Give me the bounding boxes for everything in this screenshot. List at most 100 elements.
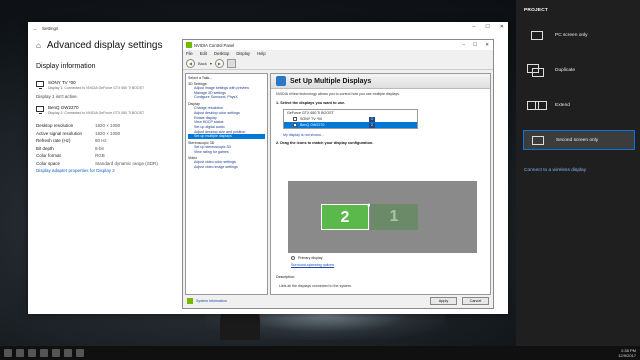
panel-header: Set Up Multiple Displays	[271, 74, 490, 89]
menu-desktop[interactable]: Desktop	[214, 51, 229, 56]
nvidia-logo-icon	[186, 42, 192, 48]
section-title: Display information	[36, 63, 96, 70]
step-2-heading: 2. Drag the icons to match your display …	[276, 141, 374, 145]
back-icon[interactable]: ◀	[186, 58, 195, 68]
settings-window-title: Settings	[42, 25, 59, 31]
info-row: Desktop resolution 1920 × 1080	[36, 123, 121, 128]
display-number-badge: 1	[369, 117, 375, 122]
display-2-sub: Display 2: Connected to NVIDIA GeForce G…	[48, 111, 145, 115]
tree-item-selected[interactable]: Set up multiple displays	[188, 134, 265, 140]
home-icon[interactable]	[226, 58, 236, 68]
info-row: Color space Standard dynamic range (SDR)	[36, 160, 158, 166]
tree-item[interactable]: Configure Surround, PhysX	[188, 95, 265, 100]
task-tree-header: Select a Task...	[188, 76, 213, 80]
project-option-extend[interactable]: Extend	[523, 95, 635, 115]
settings-window-controls: – ☐ ✕	[473, 24, 504, 30]
file-explorer-icon[interactable]	[40, 349, 48, 357]
display-2-name: BenQ GW2270	[48, 105, 79, 110]
nvidia-titlebar: NVIDIA Control Panel – ☐ ✕	[183, 40, 493, 50]
display-info-section: Display information SONY TV *00 Display …	[36, 60, 188, 173]
taskbar: 2:38 PM 12/9/2017	[0, 346, 640, 360]
description-text: Lists all the displays connected to the …	[279, 284, 352, 288]
project-option-label: Duplicate	[555, 67, 575, 73]
display-1-entry: SONY TV *00 Display 1: Connected to NVID…	[36, 80, 188, 90]
tree-item[interactable]: View rating for games	[188, 150, 265, 155]
back-arrow-icon[interactable]: ←	[33, 26, 42, 31]
display-1-sub: Display 1: Connected to NVIDIA GeForce G…	[48, 86, 145, 90]
info-row: Bit depth 8-bit	[36, 145, 104, 151]
description-label: Description:	[276, 275, 295, 279]
project-option-pc-screen-only[interactable]: PC screen only	[523, 25, 635, 45]
adapter-properties-link[interactable]: Display adapter properties for Display 2	[36, 168, 188, 173]
page-header: ⌂ Advanced display settings	[36, 40, 162, 51]
display-2-entry: BenQ GW2270 Display 2: Connected to NVID…	[36, 105, 188, 115]
info-row: Color format RGB	[36, 153, 105, 158]
system-tray-clock[interactable]: 2:38 PM 12/9/2017	[618, 348, 636, 358]
maximize-icon[interactable]: ☐	[473, 42, 477, 48]
step-1-heading: 1. Select the displays you want to use.	[276, 101, 346, 105]
clock-date: 12/9/2017	[618, 353, 636, 358]
forward-icon[interactable]: ▶	[214, 58, 224, 68]
connect-wireless-display-link[interactable]: Connect to a wireless display	[524, 168, 586, 173]
second-screen-only-icon	[528, 134, 546, 147]
project-pane: PROJECT PC screen only Duplicate Extend …	[516, 0, 640, 346]
display-not-shown-link[interactable]: My display is not shown...	[271, 131, 490, 139]
menu-file[interactable]: File	[186, 51, 193, 56]
display-2-tile[interactable]: 2	[321, 204, 369, 230]
nvidia-taskbar-icon[interactable]	[76, 349, 84, 357]
project-title: PROJECT	[524, 8, 549, 13]
display-row-name: BenQ GW2270	[300, 123, 325, 127]
primary-display-label: Primary display	[298, 256, 323, 260]
task-tree: Select a Task... 3D Settings Adjust imag…	[185, 73, 268, 295]
checkbox[interactable]	[293, 123, 297, 127]
home-icon[interactable]: ⌂	[36, 41, 41, 50]
pc-screen-only-icon	[527, 29, 545, 42]
display-1-tile[interactable]: 1	[370, 204, 418, 230]
task-view-icon[interactable]	[28, 349, 36, 357]
browser-icon[interactable]	[52, 349, 60, 357]
menu-edit[interactable]: Edit	[200, 51, 207, 56]
system-info-icon	[187, 298, 193, 304]
tree-item[interactable]: Adjust video image settings	[188, 165, 265, 170]
search-icon[interactable]	[16, 349, 24, 357]
display-row-name: SONY TV *00	[300, 117, 323, 121]
checkbox[interactable]	[293, 117, 297, 121]
project-option-duplicate[interactable]: Duplicate	[523, 60, 635, 80]
monitor-icon	[36, 106, 44, 114]
monitor-icon	[36, 81, 44, 89]
project-option-second-screen-only[interactable]: Second screen only	[523, 130, 635, 150]
settings-taskbar-icon[interactable]	[64, 349, 72, 357]
minimize-icon[interactable]: –	[463, 42, 466, 48]
nvidia-footer: System Information Apply Cancel	[183, 294, 493, 308]
cancel-button[interactable]: Cancel	[462, 297, 489, 305]
extend-icon	[527, 99, 547, 112]
display-1-name: SONY TV *00	[48, 80, 76, 85]
display-number-badge: 2	[369, 123, 375, 128]
back-label[interactable]: Back	[198, 61, 207, 66]
menu-help[interactable]: Help	[257, 51, 266, 56]
multi-display-icon	[276, 76, 286, 86]
radio-button[interactable]	[291, 256, 295, 260]
nvidia-window-title: NVIDIA Control Panel	[194, 42, 235, 48]
close-icon[interactable]: ✕	[485, 42, 489, 48]
close-icon[interactable]: ✕	[500, 24, 504, 30]
page-title: Advanced display settings	[46, 40, 163, 51]
nvidia-menubar: File Edit Desktop Display Help	[183, 50, 493, 57]
primary-display-option[interactable]: Primary display	[271, 256, 343, 260]
menu-display[interactable]: Display	[236, 51, 250, 56]
settings-titlebar: ← Settings	[28, 22, 508, 34]
display-list: GeForce GTX 650 Ti BOOST SONY TV *00 1 B…	[283, 109, 418, 129]
system-information-link[interactable]: System Information	[196, 299, 227, 303]
maximize-icon[interactable]: ☐	[485, 24, 489, 30]
project-option-label: Extend	[555, 102, 570, 108]
content-panel: Set Up Multiple Displays NVIDIA nView te…	[270, 73, 491, 295]
nvidia-toolbar: ◀ Back ▾ ▶	[183, 57, 493, 70]
apply-button[interactable]: Apply	[430, 297, 457, 305]
info-row: Refresh rate (Hz) 60 Hz	[36, 138, 107, 143]
advanced-options-link[interactable]: Surround-spanning options	[291, 263, 334, 267]
display-row-selected[interactable]: BenQ GW2270 2	[284, 122, 417, 128]
dropdown-arrow-icon[interactable]: ▾	[210, 61, 212, 66]
start-icon[interactable]	[4, 349, 12, 357]
project-option-label: Second screen only	[556, 137, 599, 143]
minimize-icon[interactable]: –	[473, 24, 476, 30]
